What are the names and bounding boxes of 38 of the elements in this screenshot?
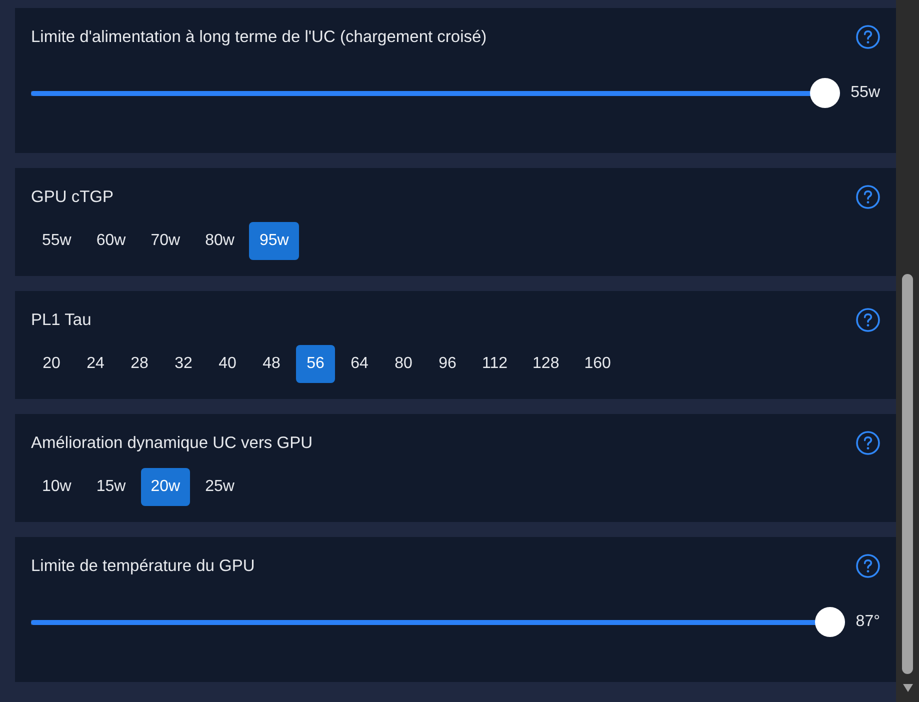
slider-thumb[interactable]	[810, 78, 840, 108]
option-button[interactable]: 96	[428, 345, 467, 383]
option-button[interactable]: 15w	[86, 468, 136, 506]
slider-value: 87°	[856, 613, 880, 631]
option-button[interactable]: 128	[522, 345, 570, 383]
option-button[interactable]: 70w	[140, 222, 190, 260]
help-icon[interactable]	[856, 185, 880, 209]
option-button[interactable]: 25w	[195, 468, 244, 506]
option-button[interactable]: 32	[164, 345, 203, 383]
option-button[interactable]: 160	[574, 345, 621, 383]
option-button[interactable]: 10w	[32, 468, 82, 506]
slider-value: 55w	[850, 84, 880, 102]
option-button[interactable]: 24	[76, 345, 115, 383]
option-button[interactable]: 40	[208, 345, 247, 383]
setting-title: Amélioration dynamique UC vers GPU	[31, 433, 313, 454]
option-button[interactable]: 55w	[32, 222, 82, 260]
help-icon[interactable]	[856, 431, 880, 455]
slider-thumb[interactable]	[814, 607, 845, 637]
setting-title: GPU cTGP	[31, 187, 114, 208]
help-icon[interactable]	[856, 554, 880, 578]
option-button[interactable]: 112	[472, 345, 518, 383]
option-button[interactable]: 56	[296, 345, 335, 383]
scrollbar-thumb[interactable]	[902, 274, 913, 674]
option-button[interactable]: 95w	[249, 222, 299, 260]
option-button[interactable]: 64	[340, 345, 379, 383]
help-icon[interactable]	[856, 25, 880, 49]
option-button[interactable]: 20	[32, 345, 71, 383]
setting-title: Limite de température du GPU	[31, 556, 255, 577]
option-button[interactable]: 20w	[140, 468, 190, 506]
option-button[interactable]: 28	[120, 345, 159, 383]
help-icon[interactable]	[856, 308, 880, 332]
scroll-down-icon[interactable]	[902, 684, 912, 692]
option-button[interactable]: 48	[252, 345, 291, 383]
setting-title: Limite d'alimentation à long terme de l'UC (chargement croisé)	[31, 27, 487, 48]
option-button[interactable]: 80w	[195, 222, 244, 260]
setting-title: PL1 Tau	[31, 310, 92, 331]
option-button[interactable]: 60w	[86, 222, 136, 260]
option-button[interactable]: 80	[384, 345, 423, 383]
